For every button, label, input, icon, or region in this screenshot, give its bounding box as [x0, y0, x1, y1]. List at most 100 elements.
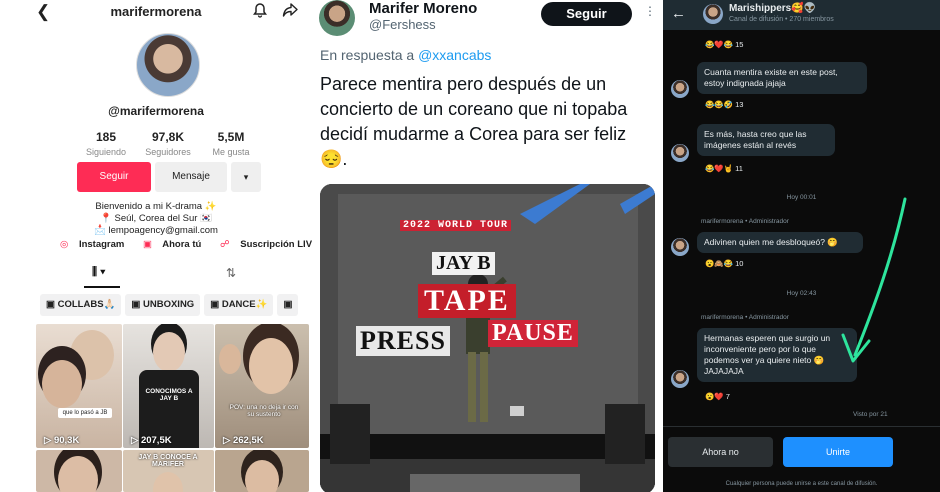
video-thumbnail[interactable]: JAY B CONOCE A MARIFER [123, 450, 214, 492]
message-reactions[interactable]: 😂❤️🤘 11 [705, 164, 743, 173]
view-count-value: 262,5K [232, 435, 264, 446]
active-tab-indicator [84, 286, 120, 288]
video-thumbnail[interactable] [215, 450, 309, 492]
tweet-panel: Marifer Moreno @Fershess Seguir ⋮ En res… [312, 0, 663, 492]
stat-label: Seguidores [145, 147, 191, 157]
person-image [42, 360, 82, 408]
person-image [153, 472, 183, 492]
message-button[interactable]: Mensaje [155, 162, 227, 192]
profile-avatar[interactable] [136, 33, 200, 97]
profile-tabs: ⫼ ▾ ⇅ [0, 264, 312, 288]
instagram-icon: ◎ [60, 239, 69, 250]
chip-label: UNBOXING [143, 299, 195, 310]
stat-value: 5,5M [217, 130, 245, 144]
join-button[interactable]: Unirte [783, 437, 893, 467]
poster-text: TAPE [418, 284, 516, 318]
chip-collabs[interactable]: ▣ COLLABS🙏🏻 [40, 294, 122, 316]
message-bubble[interactable]: Es más, hasta creo que las imágenes está… [697, 124, 835, 156]
tab-reposts[interactable]: ⇅ [226, 266, 236, 280]
message-sender: marifermorena • Administrador [701, 218, 789, 225]
broadcast-channel-panel: ← Marishippers🥰👽 Canal de difusión • 270… [663, 0, 940, 492]
play-icon: ▣ [142, 239, 152, 250]
seen-by-count: Visto por 21 [853, 411, 888, 418]
link-ahora-tu[interactable]: ▣ Ahora tú [143, 239, 209, 250]
tab-videos[interactable]: ⫼ ▾ [92, 266, 105, 279]
chip-label: COLLABS🙏🏻 [57, 299, 116, 310]
more-options-button[interactable]: ▾ [231, 162, 261, 192]
person-image [249, 338, 293, 394]
channel-subtitle: Canal de difusión • 270 miembros [729, 16, 834, 23]
video-caption: CONOCIMOS A JAY B [145, 388, 193, 402]
share-icon[interactable] [282, 2, 299, 23]
reply-context: En respuesta a @xxancabs [320, 47, 491, 63]
reply-to-link[interactable]: @xxancabs [418, 47, 491, 63]
tweet-author-handle[interactable]: @Fershess [369, 17, 436, 32]
video-thumbnail[interactable]: CONOCIMOS A JAY B ▷ 207,5K [123, 324, 214, 448]
chip-unboxing[interactable]: ▣ UNBOXING [125, 294, 201, 316]
sender-avatar[interactable] [671, 238, 689, 256]
bell-icon[interactable] [252, 2, 268, 23]
bio-line: 📩 lempoagency@gmail.com [94, 225, 218, 236]
view-count: ▷ 262,5K [223, 435, 264, 446]
view-count-value: 207,5K [140, 435, 172, 446]
reply-prefix: En respuesta a [320, 47, 415, 63]
tweet-text: Parece mentira pero después de un concie… [320, 74, 628, 169]
follow-button[interactable]: Seguir [77, 162, 151, 192]
poster-text: JAY B [432, 252, 495, 275]
view-count-value: 90,3K [53, 435, 80, 446]
video-thumbnail[interactable] [36, 450, 122, 492]
video-thumbnail[interactable]: que lo pasó a JB ▷ 90,3K [36, 324, 122, 448]
playlist-icon: ▣ [283, 299, 293, 310]
back-arrow-icon[interactable]: ← [671, 5, 686, 22]
message-reactions[interactable]: 😮❤️ 7 [705, 392, 730, 401]
message-sender: marifermorena • Administrador [701, 314, 789, 321]
follow-button[interactable]: Seguir [541, 2, 632, 26]
stat-followers[interactable]: 97,8K Seguidores [133, 130, 203, 157]
tweet-image[interactable]: 2022 WORLD TOUR JAY B TAPE PRESS PAUSE [320, 184, 655, 492]
video-caption: que lo pasó a JB [58, 408, 112, 418]
profile-handle: @marifermorena [108, 104, 204, 118]
stat-following[interactable]: 185 Siguiendo [71, 130, 141, 157]
message-reactions[interactable]: 😮🙈😂 10 [705, 259, 743, 268]
stat-value: 97,8K [151, 130, 185, 144]
link-instagram[interactable]: ◎ Instagram [60, 239, 132, 250]
tweet-author-name[interactable]: Marifer Moreno [369, 0, 477, 17]
sender-avatar[interactable] [671, 80, 689, 98]
message-reactions[interactable]: 😂😂🤣 13 [705, 100, 743, 109]
playlist-icon: ▣ [210, 299, 220, 310]
person-image [219, 344, 241, 374]
link-subscription[interactable]: ☍ Suscripción LIVE [220, 239, 312, 250]
poster-text: PAUSE [488, 320, 578, 347]
playlist-icon: ▣ [131, 299, 141, 310]
sender-avatar[interactable] [671, 144, 689, 162]
more-options-icon[interactable]: ⋮ [644, 4, 656, 18]
message-bubble[interactable]: Cuanta mentira existe en este post, esto… [697, 62, 867, 94]
stat-likes[interactable]: 5,5M Me gusta [196, 130, 266, 157]
poster-text: PRESS [356, 326, 450, 356]
video-caption: JAY B CONOCE A MARIFER [138, 454, 198, 468]
bio-line: 📍 Seúl, Corea del Sur 🇰🇷 [100, 213, 212, 224]
stat-label: Me gusta [212, 147, 250, 157]
channel-avatar[interactable] [703, 4, 723, 24]
playlist-icon: ▣ [46, 299, 55, 310]
screenshot-collage: ❮ marifermorena @marifermorena 185 Sigui… [0, 0, 940, 492]
chip-more[interactable]: ▣ [277, 294, 299, 316]
stat-label: Siguiendo [85, 147, 127, 157]
channel-header: ← Marishippers🥰👽 Canal de difusión • 270… [663, 0, 940, 30]
stat-value: 185 [95, 130, 117, 144]
link-label: Suscripción LIVE [240, 239, 312, 250]
channel-title[interactable]: Marishippers🥰👽 [729, 3, 816, 14]
not-now-button[interactable]: Ahora no [668, 437, 773, 467]
divider [663, 426, 940, 427]
playlist-chips: ▣ COLLABS🙏🏻 ▣ UNBOXING ▣ DANCE✨ ▣ [40, 294, 312, 316]
tweet-author-avatar[interactable] [319, 0, 355, 36]
live-icon: ☍ [219, 239, 230, 250]
sender-avatar[interactable] [671, 370, 689, 388]
person-image [153, 332, 185, 372]
chip-dance[interactable]: ▣ DANCE✨ [204, 294, 274, 316]
green-arrow-annotation [841, 197, 907, 363]
video-thumbnail[interactable]: POV: una no deja ir con su sustento ▷ 26… [215, 324, 309, 448]
message-reactions[interactable]: 😂❤️😂 15 [705, 40, 743, 49]
tiktok-top-bar: ❮ marifermorena [0, 0, 312, 24]
link-label: Instagram [78, 239, 125, 250]
